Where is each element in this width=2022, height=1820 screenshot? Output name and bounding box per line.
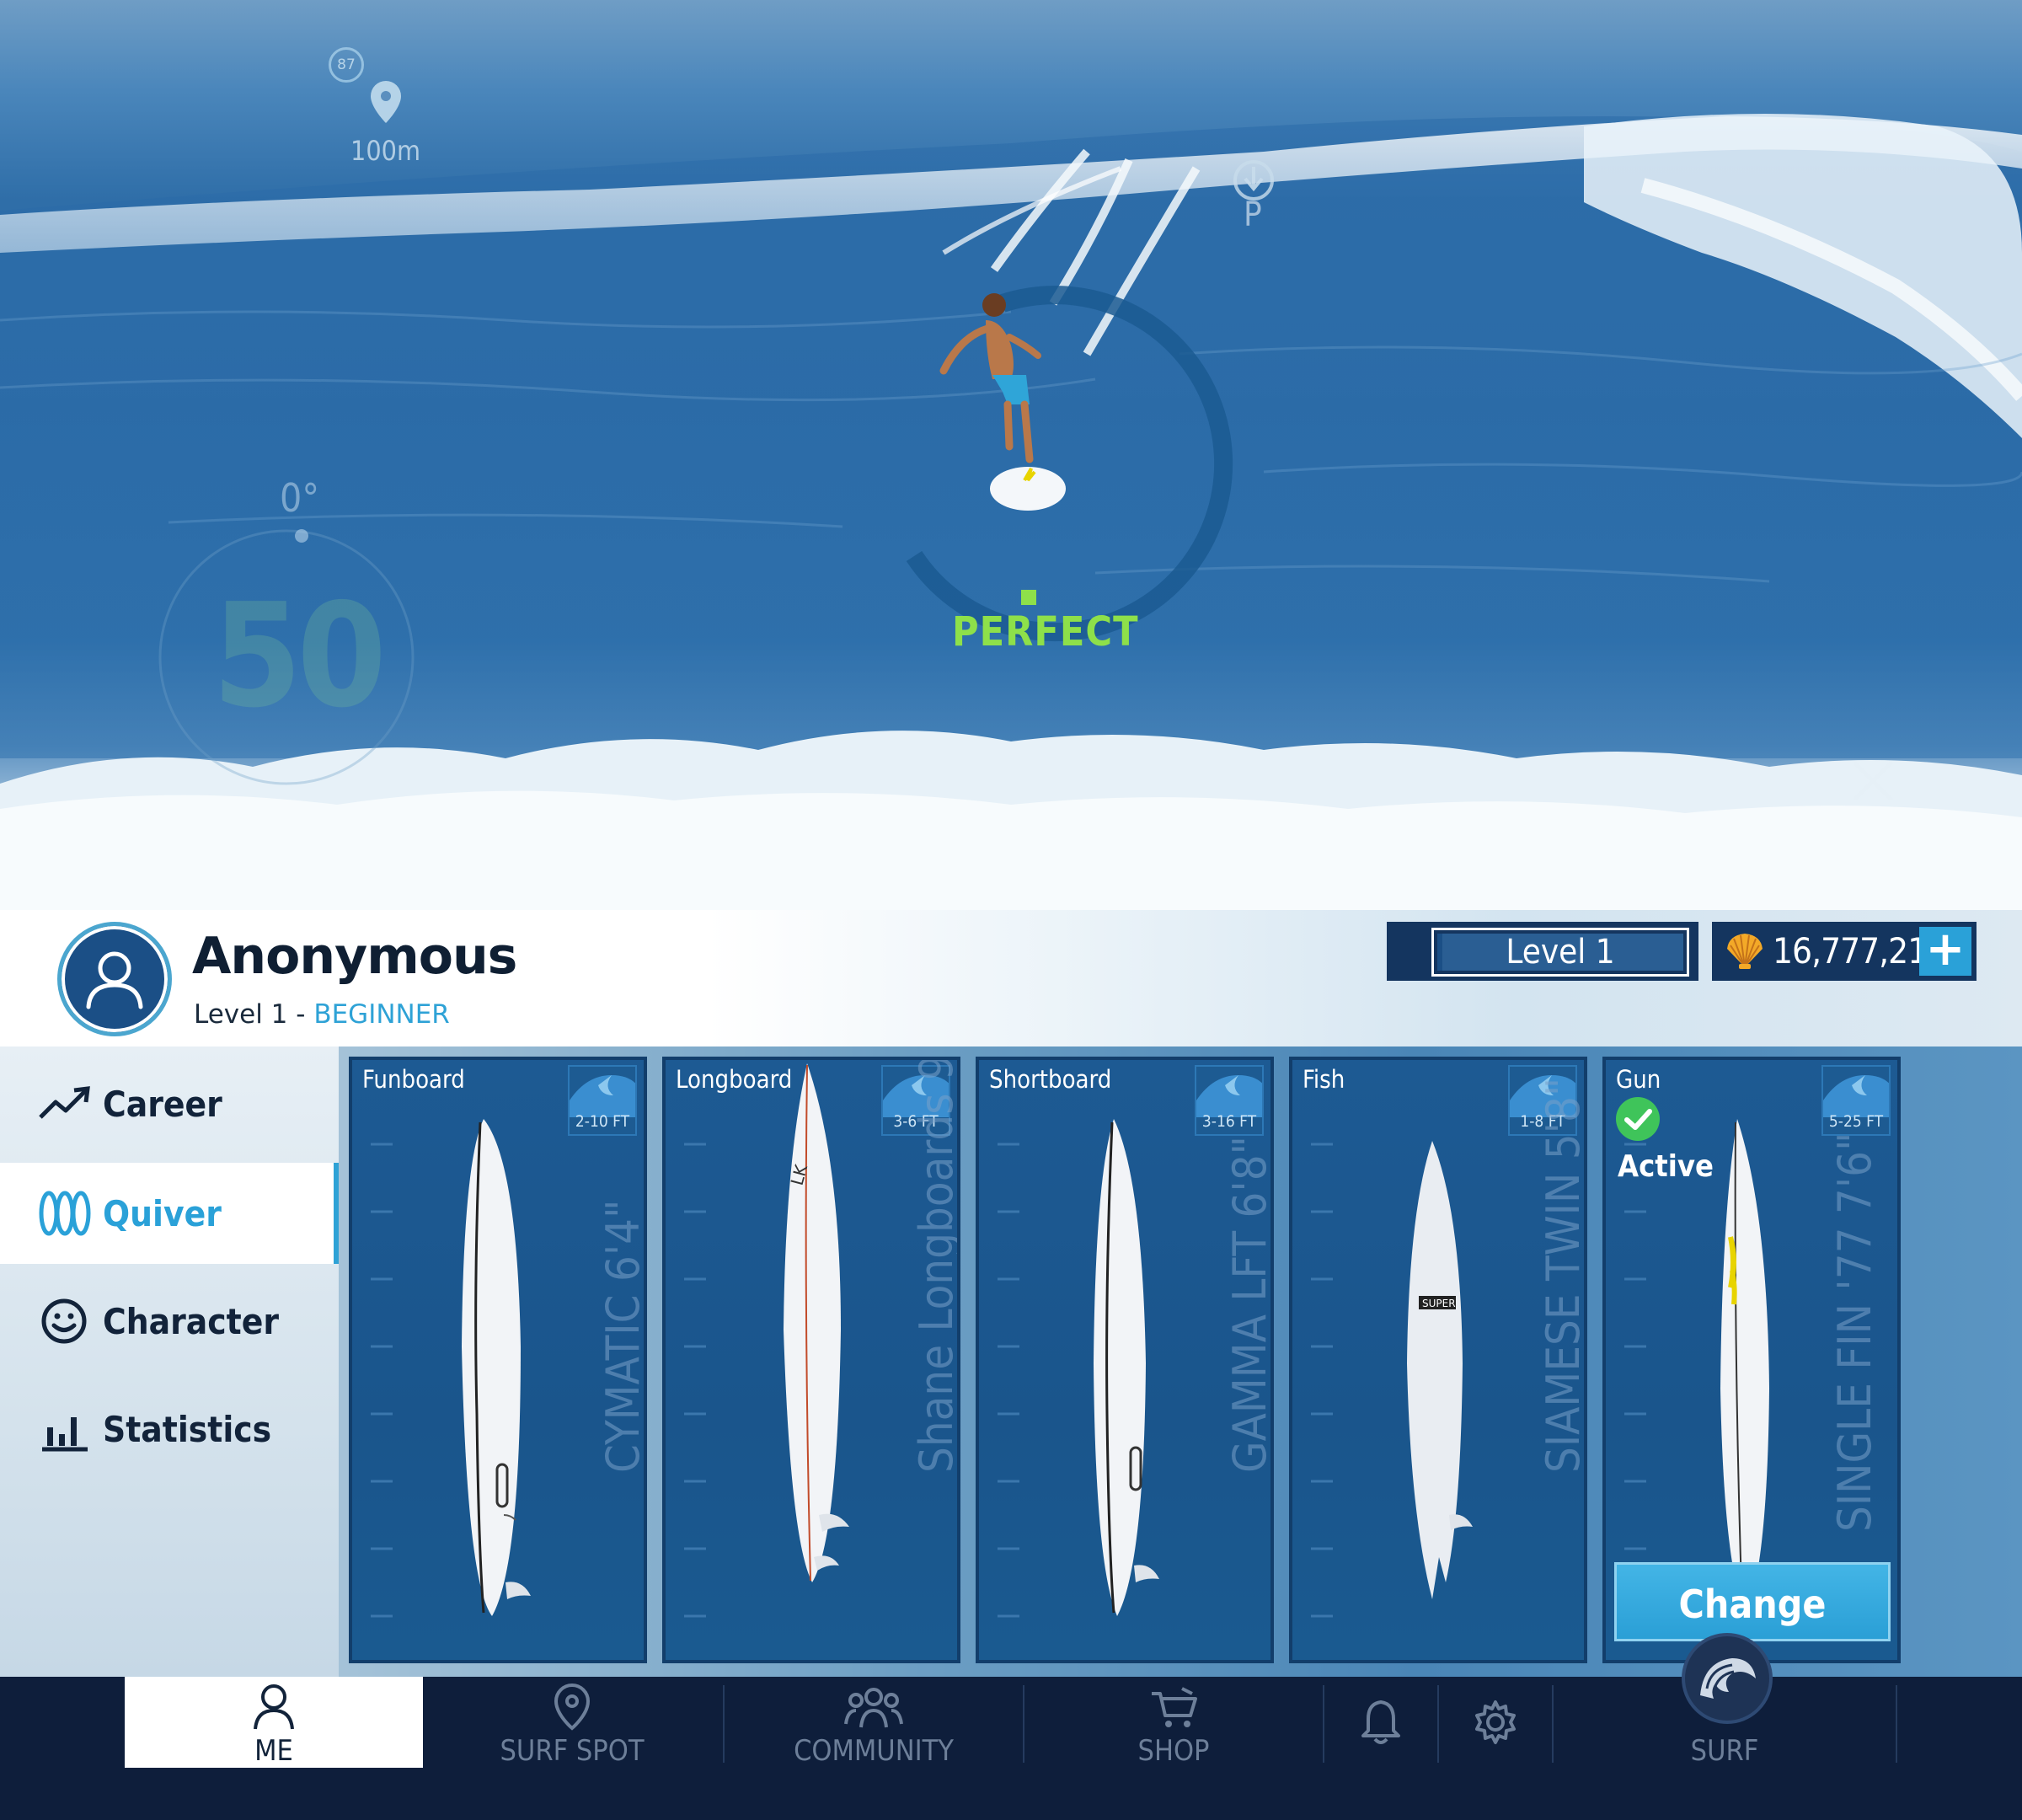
coin-balance: 16,777,215 + bbox=[1712, 922, 1977, 981]
location-pin-icon bbox=[554, 1683, 591, 1731]
nav-community[interactable]: COMMUNITY bbox=[725, 1677, 1023, 1768]
svg-text:SUPER: SUPER bbox=[1422, 1298, 1456, 1309]
quiver-panel: Career Quiver Character Statistics Funbo… bbox=[0, 1046, 2022, 1677]
player-name: Anonymous bbox=[192, 927, 517, 986]
wave-size-tag: 3-16 FT bbox=[1195, 1065, 1264, 1136]
wave-size-tag: 2-10 FT bbox=[568, 1065, 637, 1136]
sidebar-item-label: Quiver bbox=[103, 1192, 222, 1234]
quiver-icon bbox=[39, 1191, 91, 1236]
change-board-button[interactable]: Change bbox=[1614, 1562, 1891, 1641]
ruler-ticks bbox=[1311, 1143, 1333, 1618]
board-model-name: GAMMA LFT 6'8" bbox=[1223, 1136, 1274, 1473]
community-icon bbox=[844, 1688, 903, 1728]
wave-icon bbox=[1823, 1075, 1889, 1117]
board-model-name: Shane Longboards 9'2" bbox=[910, 1057, 960, 1473]
board-card-shortboard[interactable]: Shortboard 3-16 FT GAMMA LFT 6'8" bbox=[976, 1057, 1274, 1663]
wave-background bbox=[0, 81, 2022, 910]
nav-label: ME bbox=[254, 1734, 293, 1768]
board-card-longboard[interactable]: Longboard 3-6 FT Shane Longboards 9'2" LK bbox=[662, 1057, 960, 1663]
board-model-name: SINGLE FIN '77 7'6" bbox=[1828, 1132, 1881, 1532]
wave-size-range: 2-10 FT bbox=[575, 1112, 630, 1131]
board-card-funboard[interactable]: Funboard 2-10 FT CYMATIC 6'4" bbox=[349, 1057, 647, 1663]
wave-icon bbox=[570, 1075, 635, 1117]
wave-icon bbox=[1196, 1075, 1262, 1117]
nav-label: COMMUNITY bbox=[794, 1734, 954, 1768]
ruler-ticks bbox=[684, 1143, 706, 1618]
bell-icon bbox=[1361, 1700, 1400, 1744]
speed-readout: 50 bbox=[212, 573, 387, 740]
sidebar-item-quiver[interactable]: Quiver bbox=[0, 1163, 339, 1264]
bar-chart-icon bbox=[42, 1417, 88, 1452]
marker-label: P bbox=[1244, 195, 1262, 234]
surfboard-image: LK bbox=[784, 1063, 849, 1582]
avatar[interactable] bbox=[57, 922, 172, 1036]
surfboard-image: SUPER bbox=[1407, 1141, 1473, 1599]
checkmark-icon bbox=[1616, 1097, 1660, 1141]
sidebar-item-label: Career bbox=[103, 1083, 222, 1125]
board-model-name: CYMATIC 6'4" bbox=[596, 1199, 647, 1473]
user-icon bbox=[254, 1684, 294, 1730]
surf-button[interactable] bbox=[1682, 1633, 1773, 1724]
surfboard-image bbox=[1094, 1119, 1159, 1616]
level-label: Level 1 bbox=[1506, 933, 1615, 972]
board-model-name: SIAMESE TWIN 5'8" bbox=[1537, 1077, 1587, 1473]
notifications-button[interactable] bbox=[1324, 1677, 1437, 1768]
sidebar-item-label: Statistics bbox=[103, 1408, 272, 1450]
smiley-icon bbox=[41, 1298, 87, 1344]
player-rank: BEGINNER bbox=[313, 999, 450, 1030]
angle-readout: 0° bbox=[280, 475, 320, 521]
wave-icon bbox=[1700, 1658, 1756, 1699]
distance-label: 100m bbox=[350, 135, 420, 167]
close-icon[interactable] bbox=[1850, 758, 1896, 804]
nav-surf-spot[interactable]: SURF SPOT bbox=[423, 1677, 721, 1768]
gear-icon bbox=[1475, 1700, 1516, 1744]
nav-label: SHOP bbox=[1137, 1734, 1210, 1768]
board-card-gun[interactable]: Gun 5-25 FT SINGLE FIN '77 7'6" Active Chang… bbox=[1602, 1057, 1901, 1663]
active-label: Active bbox=[1618, 1149, 1714, 1184]
board-card-fish[interactable]: Fish 1-8 FT SIAMESE TWIN 5'8" SUPER bbox=[1289, 1057, 1587, 1663]
game-scene: 87 100m P 0° 50 PERFECT bbox=[0, 0, 2022, 910]
board-type: Shortboard bbox=[989, 1065, 1112, 1094]
sidebar-item-career[interactable]: Career bbox=[0, 1053, 339, 1154]
distance-badge: 87 bbox=[329, 47, 364, 83]
add-coins-button[interactable]: + bbox=[1919, 926, 1971, 976]
user-icon bbox=[86, 951, 143, 1009]
settings-button[interactable] bbox=[1439, 1677, 1552, 1768]
ruler-ticks bbox=[998, 1143, 1019, 1618]
level-indicator[interactable]: Level 1 bbox=[1387, 922, 1698, 981]
sidebar-item-label: Character bbox=[103, 1300, 279, 1342]
wave-size-range: 3-16 FT bbox=[1201, 1112, 1257, 1131]
wave-size-tag: 5-25 FT bbox=[1821, 1065, 1891, 1136]
player-level: Level 1 - BEGINNER bbox=[194, 999, 450, 1030]
board-type: Fish bbox=[1303, 1065, 1345, 1094]
level-progress-bar: Level 1 bbox=[1431, 928, 1689, 977]
nav-label: SURF bbox=[1690, 1734, 1759, 1768]
profile-header: Anonymous Level 1 - BEGINNER Level 1 16,… bbox=[0, 910, 2022, 1046]
board-type: Gun bbox=[1616, 1065, 1661, 1094]
surfboard-image bbox=[462, 1119, 531, 1616]
shell-icon bbox=[1727, 934, 1763, 969]
sidebar-item-character[interactable]: Character bbox=[0, 1271, 339, 1372]
sidebar: Career Quiver Character Statistics bbox=[0, 1046, 339, 1677]
sidebar-item-statistics[interactable]: Statistics bbox=[0, 1378, 339, 1480]
nav-label: SURF SPOT bbox=[500, 1734, 645, 1768]
trend-up-icon bbox=[39, 1086, 90, 1119]
board-type: Funboard bbox=[362, 1065, 465, 1094]
cart-icon bbox=[1152, 1687, 1197, 1727]
timing-rating: PERFECT bbox=[952, 608, 1139, 656]
wave-size-range: 5-25 FT bbox=[1828, 1112, 1884, 1131]
player-level-text: Level 1 - bbox=[194, 999, 314, 1030]
ruler-ticks bbox=[371, 1143, 393, 1618]
nav-me[interactable]: ME bbox=[125, 1677, 423, 1768]
nav-shop[interactable]: SHOP bbox=[1024, 1677, 1323, 1768]
